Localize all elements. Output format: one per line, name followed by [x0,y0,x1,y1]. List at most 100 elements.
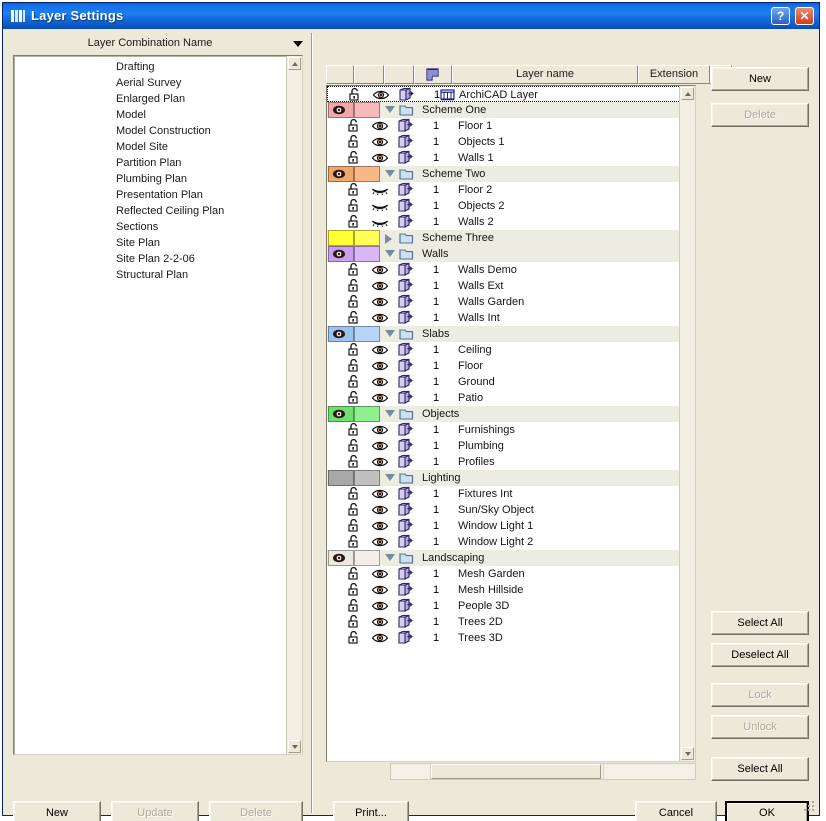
lock-open-icon[interactable] [347,135,363,149]
layer-pen-number[interactable]: 1 [423,134,449,150]
combination-item[interactable]: Model Site [14,139,286,155]
layer-pen-number[interactable]: 1 [423,374,449,390]
column-lock[interactable] [326,65,354,84]
layer-name[interactable]: Profiles [458,454,495,470]
lock-open-icon[interactable] [347,199,363,213]
layer-pen-number[interactable]: 1 [423,294,449,310]
layer-name[interactable]: Window Light 2 [458,534,533,550]
layer-combination-list[interactable]: Drafting Aerial Survey Enlarged Plan Model M… [13,55,303,755]
eye-open-icon[interactable] [371,455,389,469]
combination-item[interactable]: Sections [14,219,286,235]
layer-row[interactable]: 1 Walls 1 [327,150,681,166]
lock-open-icon[interactable] [347,311,363,325]
combination-scrollbar[interactable] [286,56,302,754]
group-color-swatch[interactable] [328,470,380,486]
layer-row[interactable]: 1 Mesh Hillside [327,582,681,598]
lock-open-icon[interactable] [347,151,363,165]
column-extension[interactable]: Extension [638,65,710,84]
layer-name[interactable]: Window Light 1 [458,518,533,534]
solid-model-icon[interactable] [397,262,413,277]
eye-closed-icon[interactable] [371,199,389,213]
lock-open-icon[interactable] [347,359,363,373]
layer-row[interactable]: 1 Walls Ext [327,278,681,294]
group-eye-icon[interactable] [332,552,346,564]
eye-open-icon[interactable] [371,391,389,405]
lock-open-icon[interactable] [347,567,363,581]
layer-row[interactable]: 1 Mesh Garden [327,566,681,582]
group-eye-icon[interactable] [332,248,346,260]
lock-open-icon[interactable] [347,487,363,501]
eye-open-icon[interactable] [371,423,389,437]
column-layer-name[interactable]: Layer name [452,65,638,84]
combination-new-button[interactable]: New [13,801,101,821]
layer-row[interactable]: 1 ArchiCAD Layer [327,86,681,102]
layer-pen-number[interactable]: 1 [423,614,449,630]
layer-pen-number[interactable]: 1 [423,486,449,502]
lock-open-icon[interactable] [347,423,363,437]
layer-pen-number[interactable]: 1 [423,422,449,438]
layer-pen-number[interactable]: 1 [423,342,449,358]
solid-model-icon[interactable] [397,486,413,501]
layer-row[interactable]: 1 Patio [327,390,681,406]
layer-list-hscrollbar[interactable] [390,763,696,780]
layer-row[interactable]: 1 Plumbing [327,438,681,454]
column-pen-hatch[interactable] [414,65,452,84]
layer-group-row[interactable]: Scheme Three [327,230,681,246]
layer-pen-number[interactable]: 1 [423,518,449,534]
eye-open-icon[interactable] [371,567,389,581]
hscroll-right-track[interactable] [603,764,695,779]
eye-open-icon[interactable] [371,439,389,453]
column-wireframe[interactable] [384,65,414,84]
column-visibility[interactable] [354,65,384,84]
layer-name[interactable]: Walls Garden [458,294,524,310]
layer-pen-number[interactable]: 1 [423,454,449,470]
layer-row[interactable]: 1 Floor 2 [327,182,681,198]
layer-pen-number[interactable]: 1 [423,598,449,614]
eye-open-icon[interactable] [371,375,389,389]
solid-model-icon[interactable] [397,438,413,453]
layer-group-row[interactable]: Landscaping [327,550,681,566]
triangle-down-icon[interactable] [385,170,395,177]
eye-open-icon[interactable] [371,487,389,501]
layer-select-all-button-2[interactable]: Select All [711,611,809,635]
layer-row[interactable]: 1 Furnishings [327,422,681,438]
combination-item[interactable]: Plumbing Plan [14,171,286,187]
layer-name[interactable]: Floor [458,358,483,374]
eye-open-icon[interactable] [371,279,389,293]
layer-name[interactable]: ArchiCAD Layer [459,87,538,103]
combination-item[interactable]: Model Construction [14,123,286,139]
eye-open-icon[interactable] [371,503,389,517]
layer-name[interactable]: Ground [458,374,495,390]
lock-open-icon[interactable] [347,215,363,229]
layer-name[interactable]: Walls 2 [458,214,494,230]
triangle-down-icon[interactable] [385,410,395,417]
layer-pen-number[interactable]: 1 [423,118,449,134]
solid-model-icon[interactable] [397,390,413,405]
layer-group-row[interactable]: Scheme One [327,102,681,118]
layer-row[interactable]: 1 Trees 2D [327,614,681,630]
solid-model-icon[interactable] [397,422,413,437]
layer-name[interactable]: Mesh Hillside [458,582,523,598]
group-eye-icon[interactable] [332,328,346,340]
eye-open-icon[interactable] [371,119,389,133]
layer-row[interactable]: 1 Walls Demo [327,262,681,278]
resize-grip-icon[interactable] [804,801,816,813]
layer-name[interactable]: People 3D [458,598,509,614]
layer-pen-number[interactable]: 1 [423,358,449,374]
layer-name[interactable]: Fixtures Int [458,486,512,502]
lock-open-icon[interactable] [347,295,363,309]
eye-open-icon[interactable] [371,519,389,533]
layer-pen-number[interactable]: 1 [423,182,449,198]
triangle-down-icon[interactable] [385,106,395,113]
combination-item[interactable]: Site Plan 2-2-06 [14,251,286,267]
chevron-down-icon[interactable] [293,41,303,47]
layer-pen-number[interactable]: 1 [423,630,449,646]
eye-open-icon[interactable] [371,631,389,645]
triangle-down-icon[interactable] [385,474,395,481]
layer-pen-number[interactable]: 1 [423,534,449,550]
solid-model-icon[interactable] [397,150,413,165]
lock-open-icon[interactable] [347,615,363,629]
layer-group-row[interactable]: Scheme Two [327,166,681,182]
layer-row[interactable]: 1 Floor [327,358,681,374]
layer-name[interactable]: Patio [458,390,483,406]
